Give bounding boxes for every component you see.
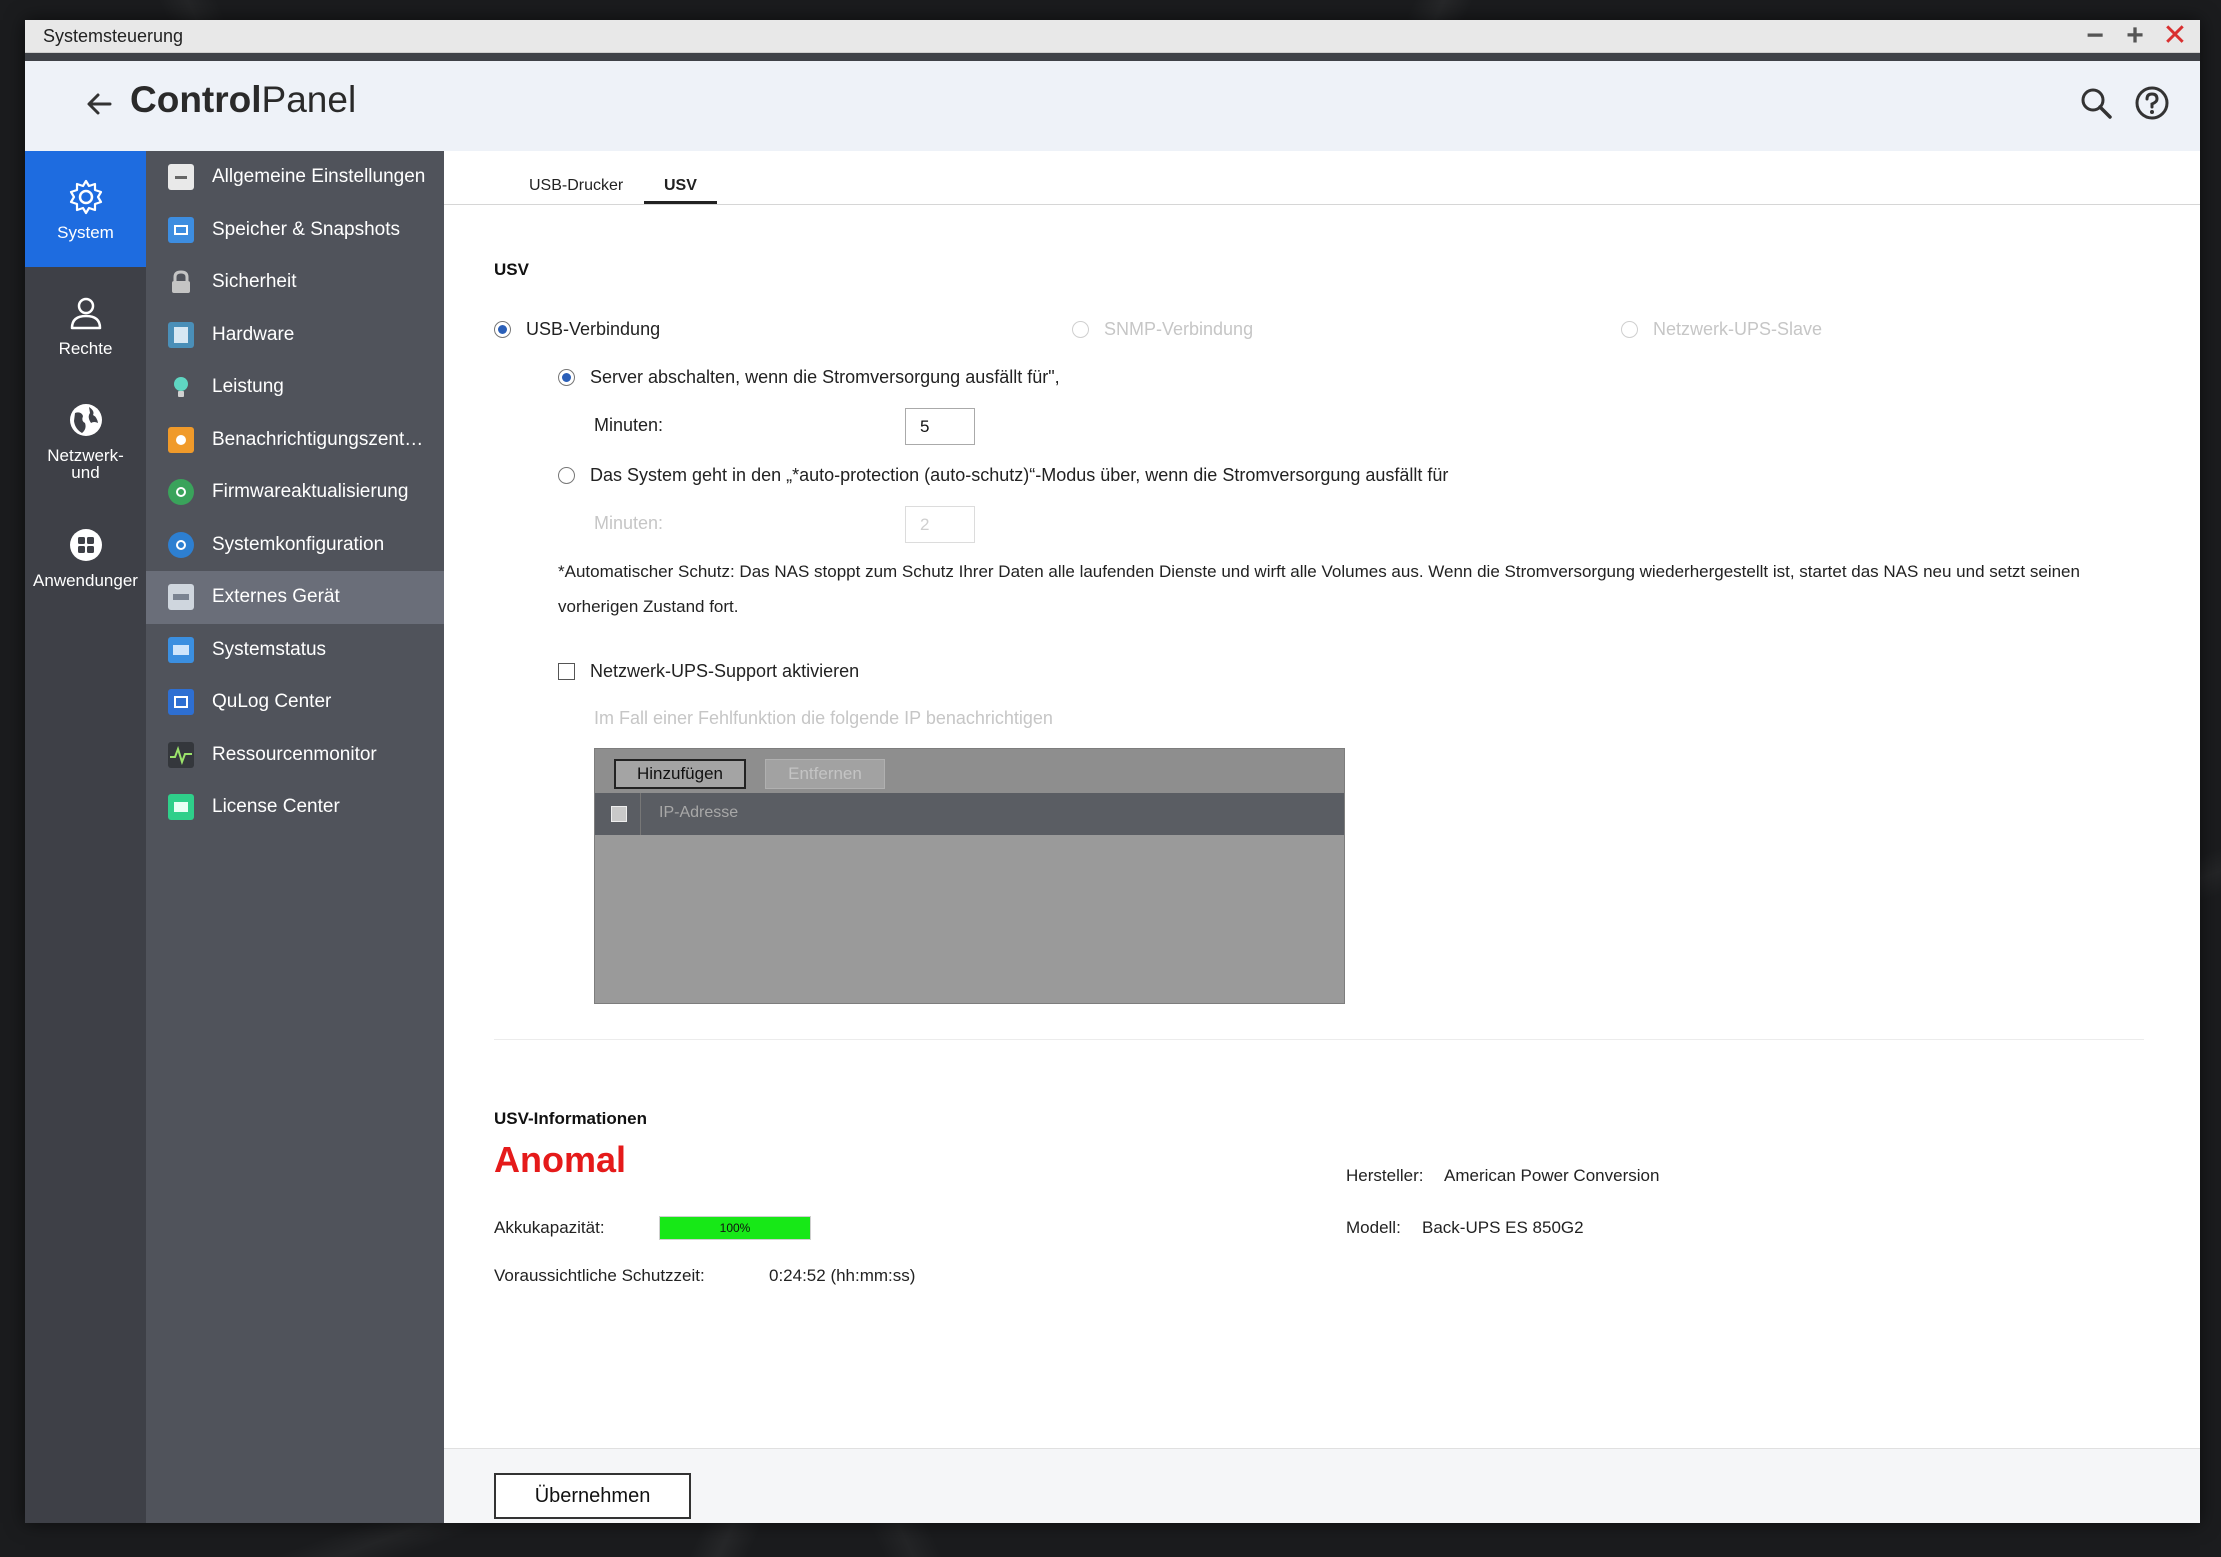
submenu-item-sicherheit[interactable]: Sicherheit: [146, 256, 444, 309]
submenu-item-license-center[interactable]: License Center: [146, 781, 444, 834]
settings-doc-icon: [168, 164, 194, 191]
checkbox-network-ups-support[interactable]: Netzwerk-UPS-Support aktivieren: [558, 661, 859, 682]
add-ip-button[interactable]: Hinzufügen: [614, 759, 746, 789]
auto-protection-note: *Automatischer Schutz: Das NAS stoppt zu…: [558, 562, 2080, 616]
maker-value: American Power Conversion: [1444, 1166, 1660, 1185]
battery-label: Akkukapazität:: [494, 1218, 605, 1237]
runtime-label: Voraussichtliche Schutzzeit:: [494, 1266, 705, 1285]
main-content: USB-Drucker USV USV USB-Verbindung SNMP-…: [444, 151, 2200, 1523]
maker-label: Hersteller:: [1346, 1166, 1424, 1185]
close-icon[interactable]: ✕: [2162, 21, 2188, 51]
globe-icon: [69, 404, 102, 436]
column-header-ip: IP-Adresse: [659, 804, 739, 821]
resource-icon: [168, 741, 194, 768]
radio-auto-protection[interactable]: Das System geht in den „*auto-protection…: [558, 465, 1448, 486]
nav-anwendungen[interactable]: Anwendunger: [25, 499, 146, 615]
minutes2-input[interactable]: 2: [905, 506, 975, 543]
tab-bar: USB-Drucker USV: [444, 151, 2200, 205]
radio-dot: [494, 321, 511, 338]
radio-usb-verbindung[interactable]: USB-Verbindung: [494, 319, 660, 340]
battery-bar: 100%: [659, 1216, 811, 1240]
log-icon: [168, 689, 194, 716]
control-panel-window: Systemsteuerung − + ✕ ControlPanel Syste…: [25, 20, 2200, 1523]
model-value: Back-UPS ES 850G2: [1422, 1218, 1584, 1237]
section-divider: [494, 1039, 2144, 1040]
ip-table-toolbar: Hinzufügen Entfernen: [595, 749, 1344, 793]
footer-bar: Übernehmen: [444, 1448, 2200, 1523]
grid-icon: [69, 528, 102, 561]
nav-system[interactable]: System: [25, 151, 146, 267]
radio-dot: [1072, 321, 1089, 338]
nav-label: Anwendunger: [33, 570, 138, 590]
minutes2-label: Minuten:: [594, 513, 664, 533]
notification-icon: [168, 426, 194, 453]
submenu-item-benachrichtigungszentrum[interactable]: Benachrichtigungszentru...: [146, 414, 444, 467]
minutes-input[interactable]: 5: [905, 408, 975, 445]
select-all-checkbox[interactable]: [611, 806, 627, 822]
header: ControlPanel: [25, 61, 2200, 151]
license-icon: [168, 794, 194, 821]
user-icon: [70, 297, 101, 329]
nav-label: System: [57, 222, 114, 242]
apply-button[interactable]: Übernehmen: [494, 1473, 691, 1519]
nav-label: Netzwerk- und: [47, 446, 124, 482]
monitor-icon: [168, 636, 194, 663]
battery-percent: 100%: [719, 1221, 751, 1235]
radio-snmp-verbindung[interactable]: SNMP-Verbindung: [1072, 319, 1253, 340]
submenu-item-systemstatus[interactable]: Systemstatus: [146, 624, 444, 677]
ip-table-header: IP-Adresse: [595, 793, 1344, 835]
system-submenu: Allgemeine Einstellungen Speicher & Snap…: [146, 151, 444, 1523]
submenu-item-qulog-center[interactable]: QuLog Center: [146, 676, 444, 729]
radio-dot: [558, 467, 575, 484]
submenu-item-allgemeine-einstellungen[interactable]: Allgemeine Einstellungen: [146, 151, 444, 204]
radio-netzwerk-ups-slave[interactable]: Netzwerk-UPS-Slave: [1621, 319, 1822, 340]
tab-usb-drucker[interactable]: USB-Drucker: [509, 177, 643, 201]
gear-icon: [69, 179, 102, 214]
app-strip: [25, 53, 2200, 61]
firmware-icon: [168, 479, 194, 506]
nav-label: Rechte: [58, 338, 113, 358]
runtime-value: 0:24:52 (hh:mm:ss): [769, 1266, 916, 1285]
section-title-usv: USV: [494, 260, 529, 279]
config-icon: [168, 531, 194, 558]
external-device-icon: [168, 584, 194, 611]
page-title: ControlPanel: [130, 79, 357, 120]
radio-dot: [558, 369, 575, 386]
ups-status: Anomal: [494, 1139, 627, 1180]
radio-dot: [1621, 321, 1638, 338]
radio-server-abschalten[interactable]: Server abschalten, wenn die Stromversorg…: [558, 367, 1060, 388]
nav-rechte[interactable]: Rechte: [25, 267, 146, 383]
notify-ip-label: Im Fall einer Fehlfunktion die folgende …: [594, 708, 1053, 728]
submenu-item-systemkonfiguration[interactable]: Systemkonfiguration: [146, 519, 444, 572]
remove-ip-button[interactable]: Entfernen: [765, 759, 885, 789]
ip-table: Hinzufügen Entfernen IP-Adresse: [594, 748, 1345, 1004]
window-titlebar: Systemsteuerung − + ✕: [25, 20, 2200, 53]
window-title: Systemsteuerung: [43, 25, 184, 46]
column-separator: [640, 793, 641, 835]
submenu-item-speicher-snapshots[interactable]: Speicher & Snapshots: [146, 204, 444, 257]
storage-icon: [168, 216, 194, 243]
back-arrow-icon[interactable]: [80, 84, 120, 124]
minimize-icon[interactable]: −: [2082, 21, 2108, 51]
lock-icon: [168, 269, 194, 295]
maximize-icon[interactable]: +: [2122, 21, 2148, 51]
checkbox-box: [558, 663, 575, 680]
submenu-item-firmwareaktualisierung[interactable]: Firmwareaktualisierung: [146, 466, 444, 519]
help-icon[interactable]: [2134, 85, 2170, 121]
minutes-label: Minuten:: [594, 415, 664, 435]
submenu-item-hardware[interactable]: Hardware: [146, 309, 444, 362]
submenu-item-ressourcenmonitor[interactable]: Ressourcenmonitor: [146, 729, 444, 782]
hardware-icon: [168, 321, 194, 348]
submenu-item-leistung[interactable]: Leistung: [146, 361, 444, 414]
search-icon[interactable]: [2078, 85, 2114, 121]
nav-netzwerk[interactable]: Netzwerk- und: [25, 383, 146, 499]
model-label: Modell:: [1346, 1218, 1401, 1237]
submenu-item-externes-geraet[interactable]: Externes Gerät: [146, 571, 444, 624]
left-nav: System Rechte Netzwerk- und Anwendunger: [25, 151, 146, 1523]
bulb-icon: [168, 374, 194, 400]
tab-usv[interactable]: USV: [644, 177, 717, 204]
section-title-usv-info: USV-Informationen: [494, 1109, 648, 1128]
